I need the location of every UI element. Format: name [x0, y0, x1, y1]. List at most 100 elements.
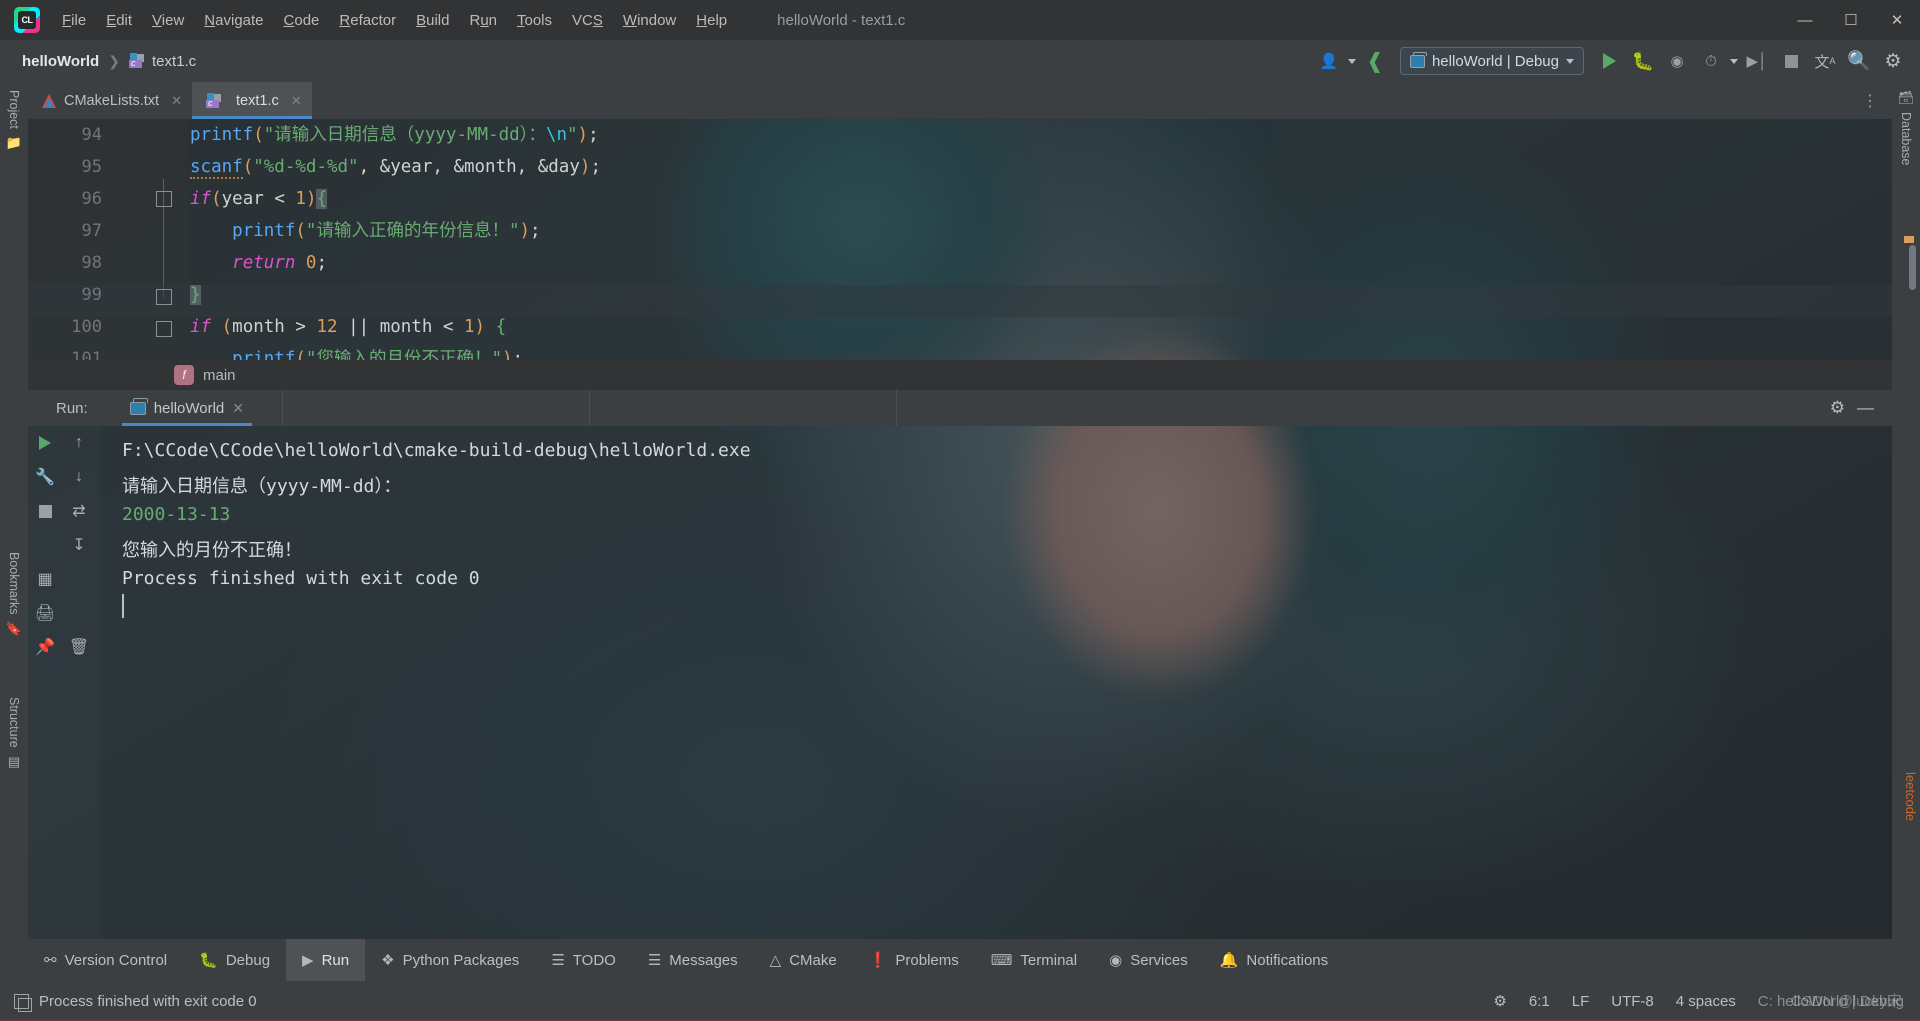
- file-encoding[interactable]: UTF-8: [1611, 993, 1654, 1010]
- fold-marker-96[interactable]: [156, 191, 172, 207]
- bottom-tab-debug[interactable]: 🐛 Debug: [183, 939, 286, 981]
- stop-icon[interactable]: [28, 494, 62, 528]
- code-line[interactable]: scanf("%d-%d-%d", &year, &month, &day);: [190, 151, 601, 183]
- person-icon[interactable]: 👤: [1314, 46, 1344, 76]
- account-chevron-down-icon[interactable]: [1347, 58, 1356, 64]
- bottom-tab-todo[interactable]: ☰ TODO: [535, 939, 632, 981]
- minimize-button[interactable]: —: [1782, 0, 1828, 40]
- down-stack-icon[interactable]: ↓: [62, 460, 96, 494]
- code-line[interactable]: return 0;: [190, 247, 327, 279]
- editor-scrollbar-thumb[interactable]: [1909, 245, 1916, 290]
- code-line[interactable]: printf("请输入日期信息（yyyy-MM-dd）：\n");: [190, 119, 599, 151]
- gear-icon[interactable]: ⚙: [1878, 46, 1908, 76]
- editor-tab-bar: CMakeLists.txt ✕ text1.c ✕ ⋮: [28, 82, 1892, 119]
- translate-icon[interactable]: 文A: [1810, 46, 1840, 76]
- caret-position[interactable]: 6:1: [1529, 993, 1550, 1010]
- print-icon[interactable]: 🖨: [28, 596, 62, 630]
- bottom-tab-python-packages[interactable]: ❖ Python Packages: [365, 939, 535, 981]
- tab-options-icon[interactable]: ⋮: [1848, 82, 1892, 119]
- run-console[interactable]: F:\CCode\CCode\helloWorld\cmake-build-de…: [100, 426, 1892, 939]
- minimize-icon[interactable]: —: [1857, 398, 1874, 418]
- print-layout-icon[interactable]: ▦: [28, 562, 62, 596]
- line-number: 98: [81, 253, 102, 273]
- bottom-tab-terminal[interactable]: ⌨ Terminal: [975, 939, 1093, 981]
- tab-text1c[interactable]: text1.c ✕: [192, 82, 312, 119]
- profile-icon[interactable]: ⏱: [1696, 46, 1726, 76]
- line-separator[interactable]: LF: [1572, 993, 1590, 1010]
- menu-tools[interactable]: Tools: [507, 8, 562, 33]
- inspection-profile-icon[interactable]: ⚙: [1493, 992, 1506, 1010]
- bottom-tab-messages[interactable]: ☰ Messages: [632, 939, 754, 981]
- pin-icon[interactable]: 📌: [28, 630, 62, 664]
- bottom-tab-services[interactable]: ◉ Services: [1093, 939, 1204, 981]
- maximize-button[interactable]: ☐: [1828, 0, 1874, 40]
- sidebar-item-project[interactable]: Project 📁: [0, 90, 28, 200]
- menu-file-label: ile: [71, 11, 87, 29]
- indent-setting[interactable]: 4 spaces: [1676, 993, 1736, 1010]
- search-icon[interactable]: 🔍: [1844, 46, 1874, 76]
- sidebar-item-bookmarks[interactable]: Bookmarks 🔖: [0, 552, 28, 682]
- code-line[interactable]: printf("您输入的月份不正确！");: [190, 343, 523, 360]
- bottom-tab-run[interactable]: ▶ Run: [286, 939, 366, 981]
- menu-edit[interactable]: Edit: [96, 8, 142, 33]
- menu-build[interactable]: Build: [406, 8, 459, 33]
- breadcrumb-file[interactable]: text1.c: [152, 53, 196, 70]
- tab-label: CMakeLists.txt: [64, 92, 160, 109]
- menu-help[interactable]: Help: [686, 8, 737, 33]
- menu-vcs[interactable]: VCS: [562, 8, 613, 33]
- code-line[interactable]: }: [190, 279, 201, 311]
- bottom-tab-version-control[interactable]: ⚯ Version Control: [28, 939, 183, 981]
- packages-icon: ❖: [381, 952, 395, 969]
- soft-wrap-icon[interactable]: ⇄: [62, 494, 96, 528]
- window-title: helloWorld - text1.c: [777, 11, 906, 29]
- cmake-icon: [42, 93, 57, 108]
- menu-run[interactable]: Run: [459, 8, 507, 33]
- trash-icon[interactable]: 🗑: [62, 630, 96, 664]
- close-icon[interactable]: ✕: [171, 93, 182, 109]
- close-button[interactable]: ✕: [1874, 0, 1920, 40]
- sidebar-item-structure[interactable]: Structure ▤: [0, 697, 28, 817]
- attach-icon[interactable]: ▶│: [1742, 46, 1772, 76]
- run-coverage-icon[interactable]: ◉: [1662, 46, 1692, 76]
- code-line[interactable]: if(year < 1){: [190, 183, 328, 215]
- menu-view[interactable]: View: [142, 8, 194, 33]
- leetcode-label[interactable]: leetcode: [1903, 772, 1918, 821]
- wrench-icon[interactable]: 🔧: [28, 460, 62, 494]
- profile-chevron-down-icon[interactable]: [1730, 58, 1738, 64]
- breadcrumb-function-name[interactable]: main: [203, 367, 236, 384]
- rerun-icon[interactable]: [28, 426, 62, 460]
- window-icon: [14, 993, 32, 1012]
- bottom-tab-notifications[interactable]: 🔔 Notifications: [1204, 939, 1344, 981]
- code-line[interactable]: printf("请输入正确的年份信息！");: [190, 215, 540, 247]
- tab-cmakelists[interactable]: CMakeLists.txt ✕: [28, 82, 192, 119]
- run-side-toolbar: ↑ 🔧 ↓ ⇄ ↧ ▦ 🖨 📌 🗑: [28, 426, 100, 939]
- run-icon[interactable]: [1594, 46, 1624, 76]
- close-icon[interactable]: ✕: [232, 400, 244, 417]
- close-icon[interactable]: ✕: [291, 93, 302, 109]
- menu-code[interactable]: Code: [274, 8, 330, 33]
- clion-logo-icon: [14, 7, 40, 33]
- stop-icon[interactable]: [1776, 46, 1806, 76]
- bottom-tab-problems[interactable]: ❗ Problems: [853, 939, 975, 981]
- run-configuration-selector[interactable]: helloWorld | Debug: [1399, 47, 1584, 75]
- gear-icon[interactable]: ⚙: [1830, 398, 1845, 418]
- code-line[interactable]: if (month > 12 || month < 1) {: [190, 311, 506, 343]
- menu-navigate[interactable]: Navigate: [194, 8, 273, 33]
- menu-window[interactable]: Window: [613, 8, 686, 33]
- scroll-error-marker[interactable]: [1904, 236, 1914, 243]
- run-tab-helloworld[interactable]: helloWorld ✕: [121, 390, 253, 426]
- menu-file[interactable]: File: [52, 8, 96, 33]
- bottom-tab-cmake[interactable]: △ CMake: [754, 939, 853, 981]
- breadcrumb-project[interactable]: helloWorld: [22, 53, 99, 70]
- left-tool-strip: Project 📁 Bookmarks 🔖 Structure ▤: [0, 82, 28, 939]
- code-editor[interactable]: 94 printf("请输入日期信息（yyyy-MM-dd）：\n"); 95 sca…: [28, 119, 1892, 360]
- fold-marker-99[interactable]: [156, 289, 172, 305]
- hammer-icon[interactable]: ❰: [1360, 46, 1390, 76]
- sidebar-item-database[interactable]: 🗃 Database: [1892, 90, 1920, 210]
- debug-icon[interactable]: 🐛: [1628, 46, 1658, 76]
- menu-refactor[interactable]: Refactor: [329, 8, 406, 33]
- up-stack-icon[interactable]: ↑: [62, 426, 96, 460]
- scroll-to-end-icon[interactable]: ↧: [62, 528, 96, 562]
- fold-marker-100[interactable]: [156, 321, 172, 337]
